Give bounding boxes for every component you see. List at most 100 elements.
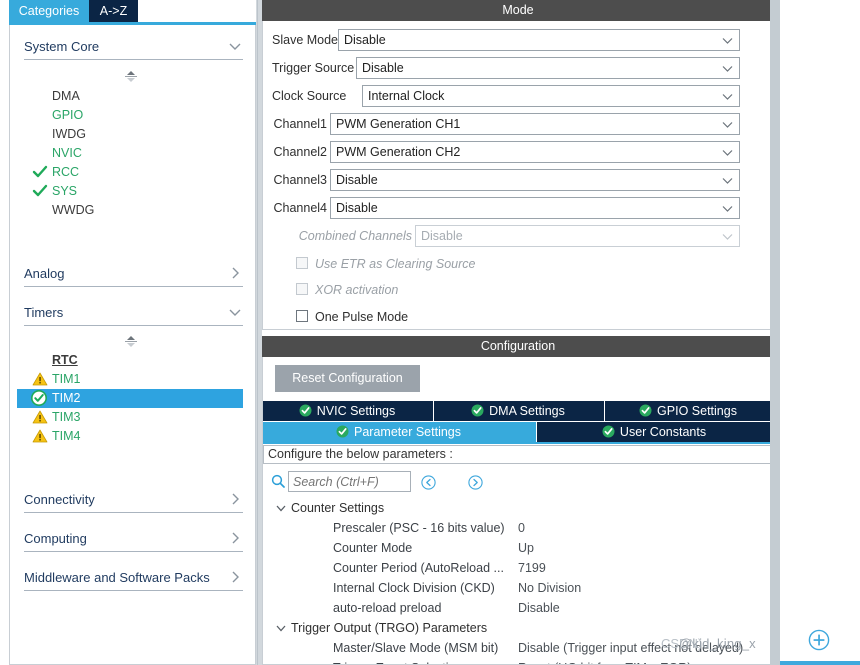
sidebar-section-analog[interactable]: Analog: [24, 263, 243, 293]
check-circle-icon: [336, 425, 349, 438]
warning-icon: [32, 428, 48, 444]
clock-source-select[interactable]: Internal Clock: [362, 85, 740, 107]
scroll-nub-icon[interactable]: [122, 335, 140, 348]
clock-source-label: Clock Source: [272, 89, 347, 103]
search-input[interactable]: [288, 471, 411, 492]
mode-panel-title: Mode: [262, 0, 774, 21]
tab-label: User Constants: [619, 425, 707, 439]
sidebar-section-connectivity[interactable]: Connectivity: [24, 489, 243, 519]
channel3-label: Channel3: [273, 173, 327, 187]
ok-circle-icon: [31, 390, 47, 406]
chevron-down-icon[interactable]: [275, 502, 287, 514]
param-key: Prescaler (PSC - 16 bits value): [333, 521, 505, 535]
channel3-value: Disable: [336, 173, 378, 187]
tree-row-auto-reload-preload[interactable]: auto-reload preload Disable: [263, 598, 760, 618]
tree-group-trgo-parameters[interactable]: Trigger Output (TRGO) Parameters: [263, 618, 760, 638]
param-value[interactable]: No Division: [518, 578, 581, 598]
sidebar-section-label: Analog: [24, 266, 65, 281]
no-status-icon: [32, 88, 48, 104]
no-status-icon: [32, 202, 48, 218]
component-sidebar: Categories A->Z System Core DMA GPIO IWD…: [0, 0, 256, 665]
sidebar-section-label: Computing: [24, 531, 87, 546]
channel4-label: Channel4: [273, 201, 327, 215]
one-pulse-mode-checkbox[interactable]: [296, 310, 308, 322]
chevron-down-icon: [227, 38, 243, 54]
param-key: Internal Clock Division (CKD): [333, 581, 495, 595]
sidebar-tabstrip: Categories A->Z: [0, 0, 256, 22]
channel2-value: PWM Generation CH2: [336, 145, 461, 159]
tab-user-constants[interactable]: User Constants: [537, 422, 773, 442]
tab-nvic-settings[interactable]: NVIC Settings: [263, 401, 433, 421]
one-pulse-mode-label: One Pulse Mode: [315, 310, 409, 324]
next-match-icon[interactable]: [468, 475, 483, 490]
trigger-source-select[interactable]: Disable: [356, 57, 740, 79]
tree-row-internal-clock-division[interactable]: Internal Clock Division (CKD) No Divisio…: [263, 578, 760, 598]
channel1-label: Channel1: [273, 117, 327, 131]
tree-row-trigger-event-selection[interactable]: Trigger Event Selection Reset (UG bit fr…: [263, 658, 760, 664]
channel2-select[interactable]: PWM Generation CH2: [330, 141, 740, 163]
param-value[interactable]: Disable: [518, 598, 560, 618]
zoom-in-icon[interactable]: [808, 629, 830, 651]
warning-icon: [32, 409, 48, 425]
param-value[interactable]: 7199: [518, 558, 546, 578]
tree-group-counter-settings[interactable]: Counter Settings: [263, 498, 760, 518]
param-value[interactable]: 0: [518, 518, 525, 538]
bottom-accent-bar: [780, 661, 860, 665]
tab-a-to-z[interactable]: A->Z: [89, 0, 138, 22]
chevron-right-icon: [227, 569, 243, 585]
check-circle-icon: [602, 425, 615, 438]
sidebar-section-computing[interactable]: Computing: [24, 528, 243, 558]
reset-configuration-button[interactable]: Reset Configuration: [275, 365, 420, 392]
splitter-line: [257, 0, 258, 665]
param-value[interactable]: Up: [518, 538, 534, 558]
cubemx-window: Categories A->Z System Core DMA GPIO IWD…: [0, 0, 860, 665]
tab-categories[interactable]: Categories: [9, 0, 89, 22]
slave-mode-label: Slave Mode: [272, 33, 339, 47]
check-circle-icon: [299, 404, 312, 417]
tab-dma-settings[interactable]: DMA Settings: [434, 401, 604, 421]
sidebar-section-label: Middleware and Software Packs: [24, 570, 210, 585]
warning-icon: [32, 371, 48, 387]
xor-activation-label: XOR activation: [315, 283, 399, 297]
use-etr-checkbox: [296, 257, 308, 269]
tab-gpio-settings[interactable]: GPIO Settings: [605, 401, 773, 421]
sidebar-item-label: SYS: [52, 184, 78, 198]
tab-label: GPIO Settings: [657, 404, 737, 418]
divider: [24, 59, 243, 60]
channel4-select[interactable]: Disable: [330, 197, 740, 219]
search-toolbar: [263, 466, 773, 498]
chevron-down-icon: [721, 62, 734, 75]
sidebar-section-timers[interactable]: Timers: [24, 302, 243, 332]
scroll-nub-icon[interactable]: [122, 70, 140, 83]
sidebar-item-label: TIM2: [52, 391, 81, 405]
sidebar-section-system-core[interactable]: System Core: [24, 36, 243, 66]
slave-mode-select[interactable]: Disable: [338, 29, 740, 51]
sidebar-section-label: Connectivity: [24, 492, 95, 507]
no-status-icon: [32, 107, 48, 123]
watermark-text: @kid_king_x: [679, 636, 756, 651]
xor-activation-checkbox: [296, 283, 308, 295]
tree-row-counter-period[interactable]: Counter Period (AutoReload ... 7199: [263, 558, 760, 578]
sidebar-section-label: System Core: [24, 39, 100, 54]
tree-row-counter-mode[interactable]: Counter Mode Up: [263, 538, 760, 558]
tab-parameter-settings[interactable]: Parameter Settings: [263, 422, 536, 442]
chevron-down-icon: [721, 118, 734, 131]
previous-match-icon[interactable]: [421, 475, 436, 490]
chevron-down-icon[interactable]: [275, 622, 287, 634]
channel1-select[interactable]: PWM Generation CH1: [330, 113, 740, 135]
param-key: Counter Mode: [333, 541, 413, 555]
no-status-icon: [32, 145, 48, 161]
channel1-value: PWM Generation CH1: [336, 117, 461, 131]
channel3-select[interactable]: Disable: [330, 169, 740, 191]
param-value[interactable]: Reset (UG bit from TIMx_EGR): [518, 658, 691, 664]
tree-group-label: Counter Settings: [291, 501, 385, 515]
sidebar-item-tim2[interactable]: TIM2: [17, 389, 243, 408]
checkmark-icon: [32, 164, 48, 180]
window-scrollbar[interactable]: [770, 0, 780, 665]
sidebar-panel: System Core DMA GPIO IWDG NVIC RCC SYS W…: [9, 25, 256, 665]
slave-mode-value: Disable: [344, 33, 386, 47]
tree-row-prescaler[interactable]: Prescaler (PSC - 16 bits value) 0: [263, 518, 760, 538]
combined-channels-label: Combined Channels: [298, 229, 412, 243]
param-key: auto-reload preload: [333, 601, 442, 615]
sidebar-section-middleware[interactable]: Middleware and Software Packs: [24, 567, 243, 597]
